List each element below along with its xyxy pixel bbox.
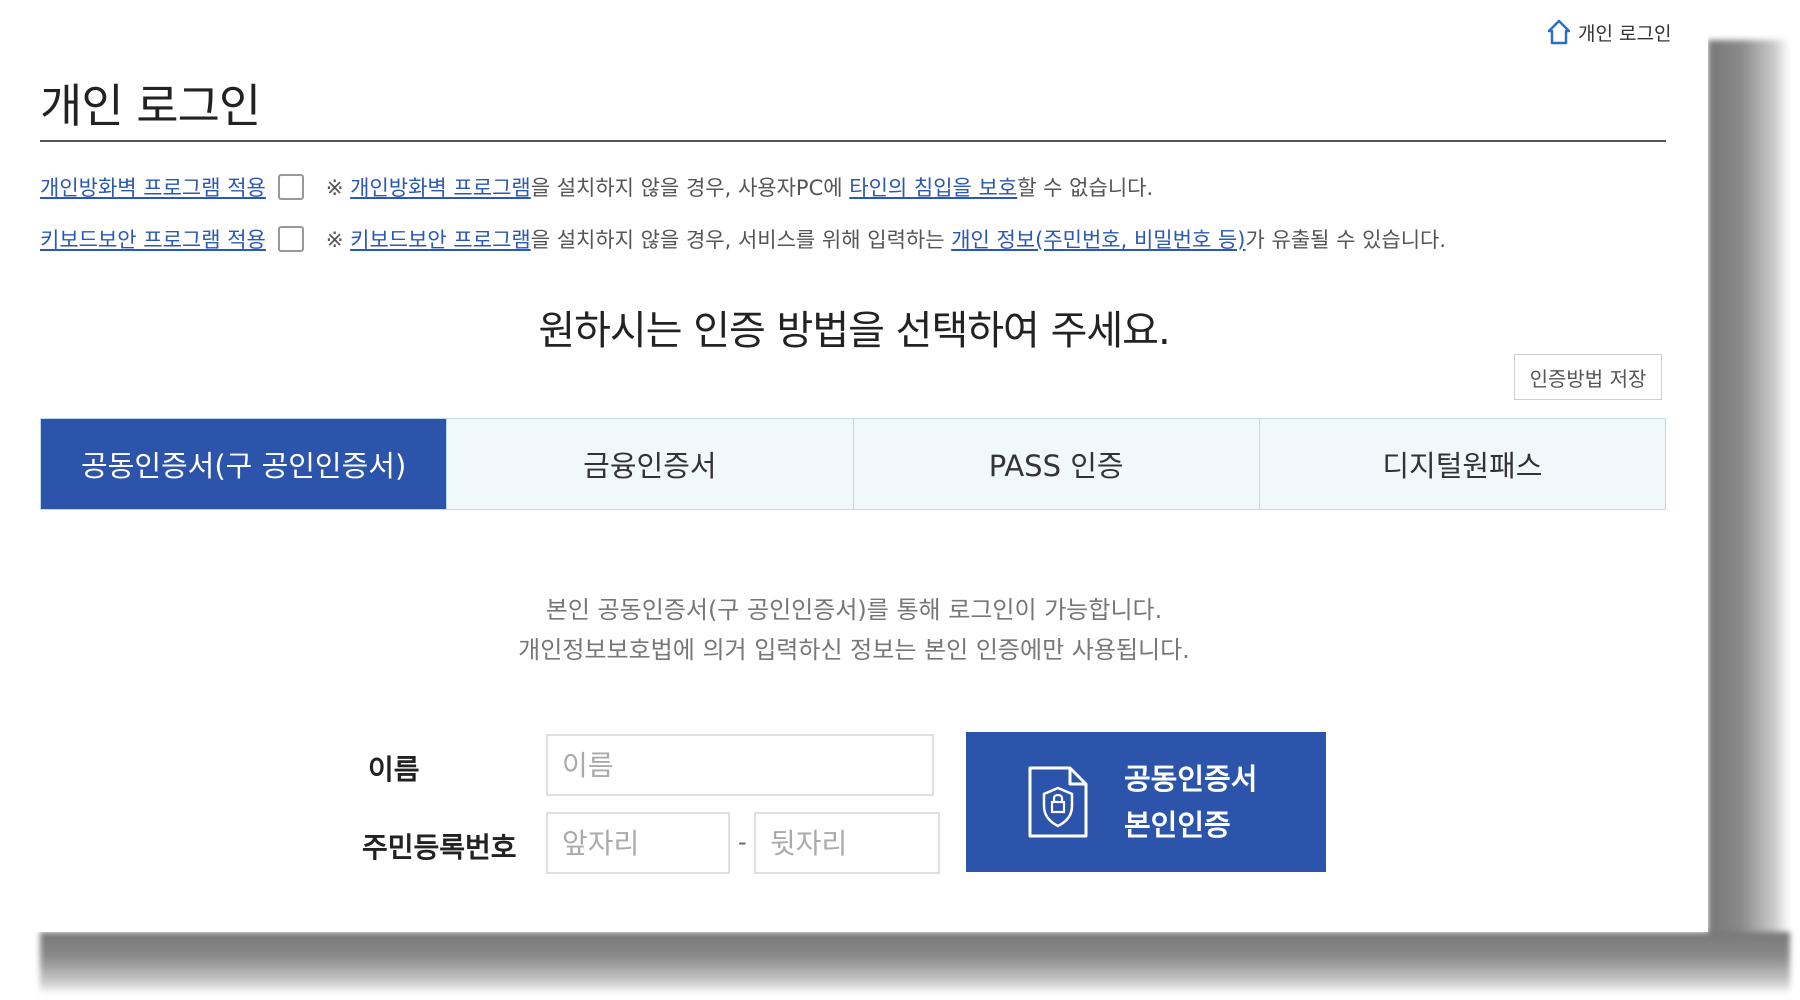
- name-input[interactable]: [546, 734, 934, 796]
- auth-method-prompt: 원하시는 인증 방법을 선택하여 주세요.: [538, 308, 1170, 354]
- auth-method-tabs: 공동인증서(구 공인인증서) 금융인증서 PASS 인증 디지털원패스: [40, 418, 1666, 510]
- rrn-back-input[interactable]: [754, 812, 940, 874]
- certificate-auth-button[interactable]: 공동인증서 본인인증: [966, 732, 1326, 872]
- title-divider: [40, 140, 1666, 142]
- keyboard-note-part: 을 설치하지 않을 경우, 서비스를 위해 입력하는: [530, 228, 952, 252]
- keyboard-note-part: ※: [325, 228, 351, 252]
- window-shadow-bottom: [40, 932, 1790, 994]
- keyboard-security-option-row: 키보드보안 프로그램 적용 ※ 키보드보안 프로그램을 설치하지 않을 경우, …: [40, 224, 1446, 254]
- firewall-note-part: ※: [325, 176, 351, 200]
- certificate-auth-text: 공동인증서 본인인증: [1124, 756, 1257, 848]
- keyboard-note-part: 가 유출될 수 있습니다.: [1245, 228, 1447, 252]
- login-page: 개인 로그인 개인 로그인 개인방화벽 프로그램 적용 ※ 개인방화벽 프로그램…: [0, 0, 1708, 932]
- home-breadcrumb[interactable]: 개인 로그인: [1546, 18, 1671, 46]
- firewall-note-part: 할 수 없습니다.: [1017, 176, 1154, 200]
- firewall-note: ※ 개인방화벽 프로그램을 설치하지 않을 경우, 사용자PC에 타인의 침입을…: [326, 172, 1153, 202]
- rrn-label: 주민등록번호: [362, 831, 517, 864]
- firewall-note-part: 개인방화벽 프로그램: [350, 176, 531, 200]
- description-line-2: 개인정보보호법에 의거 입력하신 정보는 본인 인증에만 사용됩니다.: [518, 636, 1190, 664]
- keyboard-security-option-label[interactable]: 키보드보안 프로그램 적용: [40, 224, 266, 254]
- firewall-note-part: 을 설치하지 않을 경우, 사용자PC에: [530, 176, 850, 200]
- rrn-front-input[interactable]: [546, 812, 730, 874]
- auth-button-line-2: 본인인증: [1124, 808, 1231, 842]
- keyboard-security-checkbox[interactable]: [277, 226, 304, 252]
- firewall-option-label[interactable]: 개인방화벽 프로그램 적용: [40, 172, 266, 202]
- tab-joint-certificate[interactable]: 공동인증서(구 공인인증서): [41, 419, 448, 509]
- rrn-separator: -: [738, 828, 747, 856]
- window-shadow-right: [1708, 40, 1790, 940]
- save-auth-method-button[interactable]: 인증방법 저장: [1514, 354, 1662, 400]
- keyboard-note-part: 개인 정보(주민번호, 비밀번호 등): [951, 228, 1246, 252]
- auth-button-line-1: 공동인증서: [1124, 762, 1258, 796]
- keyboard-security-note: ※ 키보드보안 프로그램을 설치하지 않을 경우, 서비스를 위해 입력하는 개…: [326, 224, 1446, 254]
- certificate-document-icon: [1028, 766, 1088, 838]
- tab-pass-auth[interactable]: PASS 인증: [853, 419, 1260, 509]
- tab-financial-certificate[interactable]: 금융인증서: [447, 419, 854, 509]
- page-title: 개인 로그인: [40, 79, 261, 133]
- firewall-checkbox[interactable]: [277, 174, 304, 200]
- firewall-option-row: 개인방화벽 프로그램 적용 ※ 개인방화벽 프로그램을 설치하지 않을 경우, …: [40, 172, 1153, 202]
- firewall-note-part: 타인의 침입을 보호: [849, 176, 1018, 200]
- keyboard-note-part: 키보드보안 프로그램: [350, 228, 531, 252]
- description-line-1: 본인 공동인증서(구 공인인증서)를 통해 로그인이 가능합니다.: [545, 596, 1163, 624]
- name-label: 이름: [368, 753, 420, 786]
- home-icon: [1547, 19, 1571, 45]
- tab-digital-onepass[interactable]: 디지털원패스: [1259, 419, 1665, 509]
- home-breadcrumb-label: 개인 로그인: [1578, 22, 1672, 45]
